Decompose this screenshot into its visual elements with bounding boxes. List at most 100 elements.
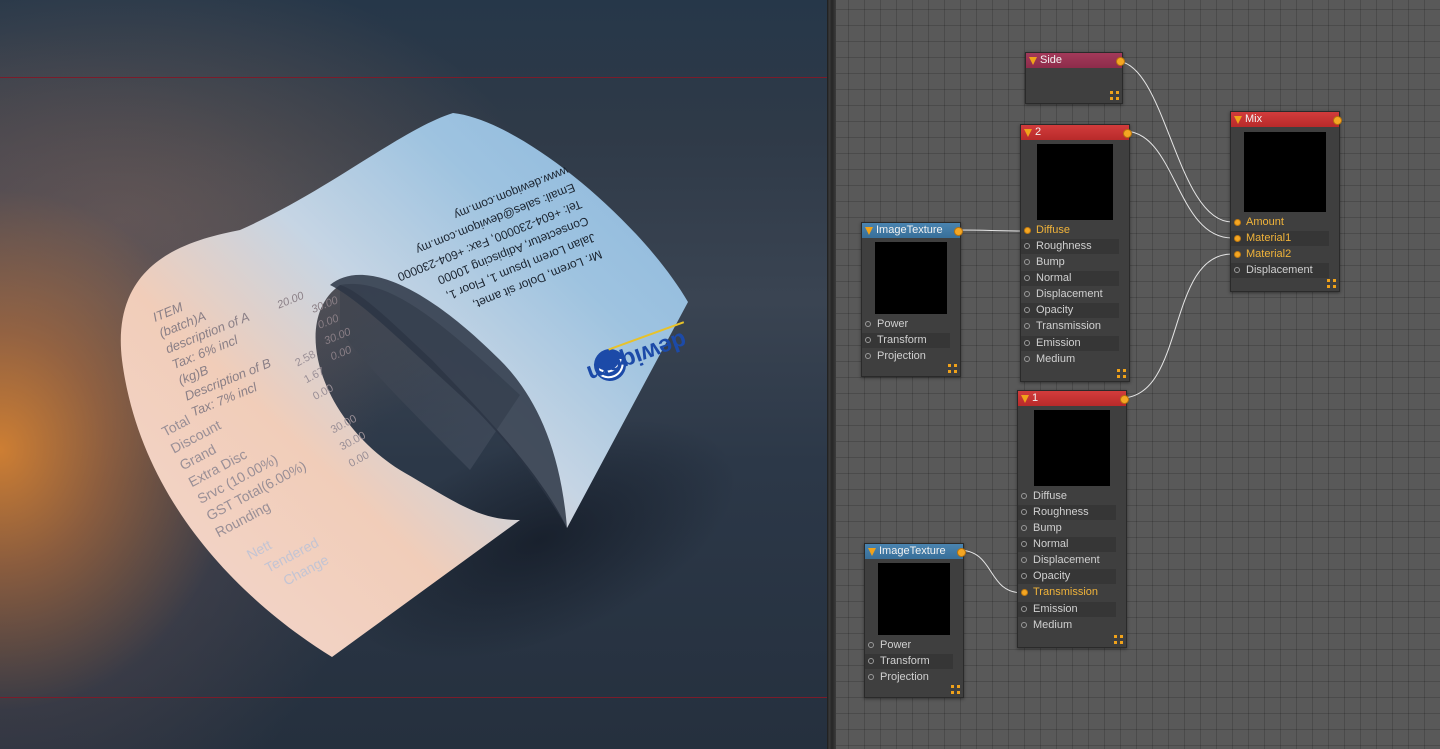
node-side[interactable]: Side	[1025, 52, 1125, 104]
node-resize-icon[interactable]	[1114, 635, 1123, 644]
socket-label: Opacity	[1036, 304, 1074, 316]
socket-label: Roughness	[1036, 240, 1092, 252]
socket-material2[interactable]: Material2	[1231, 247, 1329, 262]
input-port[interactable]	[1021, 589, 1028, 596]
output-port[interactable]	[1116, 57, 1125, 66]
output-port[interactable]	[957, 548, 966, 557]
input-port[interactable]	[1021, 573, 1027, 579]
node-image-texture-header[interactable]: ImageTexture	[865, 544, 966, 559]
socket-transmission[interactable]: Transmission	[1018, 585, 1116, 600]
input-port[interactable]	[1234, 235, 1241, 242]
render-viewport[interactable]: dewiqom Mr. Lorem, Dolor sit amet, Jalan…	[0, 0, 827, 749]
node-resize-icon[interactable]	[1110, 91, 1119, 100]
input-port[interactable]	[865, 353, 871, 359]
socket-label: Normal	[1036, 272, 1072, 284]
socket-projection[interactable]: Projection	[865, 670, 953, 685]
socket-label: Amount	[1246, 216, 1284, 228]
socket-label: Opacity	[1033, 570, 1071, 582]
node-resize-icon[interactable]	[951, 685, 960, 694]
node-title: 1	[1032, 392, 1039, 404]
node-resize-icon[interactable]	[1327, 279, 1336, 288]
input-port[interactable]	[1234, 267, 1240, 273]
socket-displacement[interactable]: Displacement	[1018, 553, 1116, 568]
node-mix-header[interactable]: Mix	[1231, 112, 1342, 127]
socket-label: Medium	[1036, 353, 1076, 365]
node-side-header[interactable]: Side	[1026, 53, 1125, 68]
input-port[interactable]	[1021, 509, 1027, 515]
node-material-1[interactable]: 1 Diffuse Roughness Bump Normal Displace…	[1017, 390, 1129, 648]
input-port[interactable]	[1024, 356, 1030, 362]
socket-power[interactable]: Power	[865, 638, 953, 653]
socket-normal[interactable]: Normal	[1021, 271, 1119, 286]
socket-roughness[interactable]: Roughness	[1021, 239, 1119, 254]
socket-roughness[interactable]: Roughness	[1018, 505, 1116, 520]
node-material-1-header[interactable]: 1	[1018, 391, 1129, 406]
socket-bump[interactable]: Bump	[1021, 255, 1119, 270]
input-port[interactable]	[1021, 557, 1027, 563]
node-editor[interactable]: Side 2 Diffuse Roughness Bump Normal Dis…	[836, 0, 1440, 749]
socket-amount[interactable]: Amount	[1231, 215, 1329, 230]
collapse-triangle-icon[interactable]	[865, 227, 873, 235]
material-preview	[1037, 144, 1113, 220]
input-port[interactable]	[1024, 307, 1030, 313]
socket-label: Bump	[1036, 256, 1065, 268]
collapse-triangle-icon[interactable]	[1021, 395, 1029, 403]
input-port[interactable]	[1021, 622, 1027, 628]
socket-material1[interactable]: Material1	[1231, 231, 1329, 246]
socket-transmission[interactable]: Transmission	[1021, 319, 1119, 334]
output-port[interactable]	[1123, 129, 1132, 138]
output-port[interactable]	[954, 227, 963, 236]
input-port[interactable]	[1024, 275, 1030, 281]
node-image-texture-top[interactable]: ImageTexture Power Transform Projection	[861, 222, 963, 377]
node-material-2-header[interactable]: 2	[1021, 125, 1132, 140]
panel-splitter[interactable]	[827, 0, 836, 749]
node-material-2[interactable]: 2 Diffuse Roughness Bump Normal Displace…	[1020, 124, 1132, 382]
input-port[interactable]	[1021, 493, 1027, 499]
socket-medium[interactable]: Medium	[1018, 618, 1116, 633]
node-image-texture-header[interactable]: ImageTexture	[862, 223, 963, 238]
collapse-triangle-icon[interactable]	[1024, 129, 1032, 137]
input-port[interactable]	[1024, 227, 1031, 234]
socket-displacement[interactable]: Displacement	[1231, 263, 1329, 278]
socket-transform[interactable]: Transform	[862, 333, 950, 348]
socket-bump[interactable]: Bump	[1018, 521, 1116, 536]
socket-opacity[interactable]: Opacity	[1018, 569, 1116, 584]
socket-diffuse[interactable]: Diffuse	[1021, 223, 1119, 238]
input-port[interactable]	[1021, 606, 1027, 612]
socket-displacement[interactable]: Displacement	[1021, 287, 1119, 302]
socket-opacity[interactable]: Opacity	[1021, 303, 1119, 318]
collapse-triangle-icon[interactable]	[1234, 116, 1242, 124]
output-port[interactable]	[1120, 395, 1129, 404]
node-image-texture-bottom[interactable]: ImageTexture Power Transform Projection	[864, 543, 966, 698]
input-port[interactable]	[1024, 323, 1030, 329]
input-port[interactable]	[868, 658, 874, 664]
input-port[interactable]	[1021, 525, 1027, 531]
output-port[interactable]	[1333, 116, 1342, 125]
socket-transform[interactable]: Transform	[865, 654, 953, 669]
input-port[interactable]	[1234, 219, 1241, 226]
input-port[interactable]	[868, 642, 874, 648]
input-port[interactable]	[865, 321, 871, 327]
node-mix[interactable]: Mix Amount Material1 Material2 Displacem…	[1230, 111, 1342, 292]
input-port[interactable]	[1234, 251, 1241, 258]
node-resize-icon[interactable]	[1117, 369, 1126, 378]
socket-diffuse[interactable]: Diffuse	[1018, 489, 1116, 504]
node-title: 2	[1035, 126, 1042, 138]
collapse-triangle-icon[interactable]	[868, 548, 876, 556]
input-port[interactable]	[1021, 541, 1027, 547]
input-port[interactable]	[1024, 243, 1030, 249]
input-port[interactable]	[1024, 340, 1030, 346]
link-side-to-mix-amount	[1115, 60, 1233, 223]
input-port[interactable]	[868, 674, 874, 680]
socket-projection[interactable]: Projection	[862, 349, 950, 364]
socket-power[interactable]: Power	[862, 317, 950, 332]
socket-emission[interactable]: Emission	[1018, 602, 1116, 617]
input-port[interactable]	[1024, 259, 1030, 265]
socket-emission[interactable]: Emission	[1021, 336, 1119, 351]
collapse-triangle-icon[interactable]	[1029, 57, 1037, 65]
node-resize-icon[interactable]	[948, 364, 957, 373]
input-port[interactable]	[865, 337, 871, 343]
socket-medium[interactable]: Medium	[1021, 352, 1119, 367]
socket-normal[interactable]: Normal	[1018, 537, 1116, 552]
input-port[interactable]	[1024, 291, 1030, 297]
